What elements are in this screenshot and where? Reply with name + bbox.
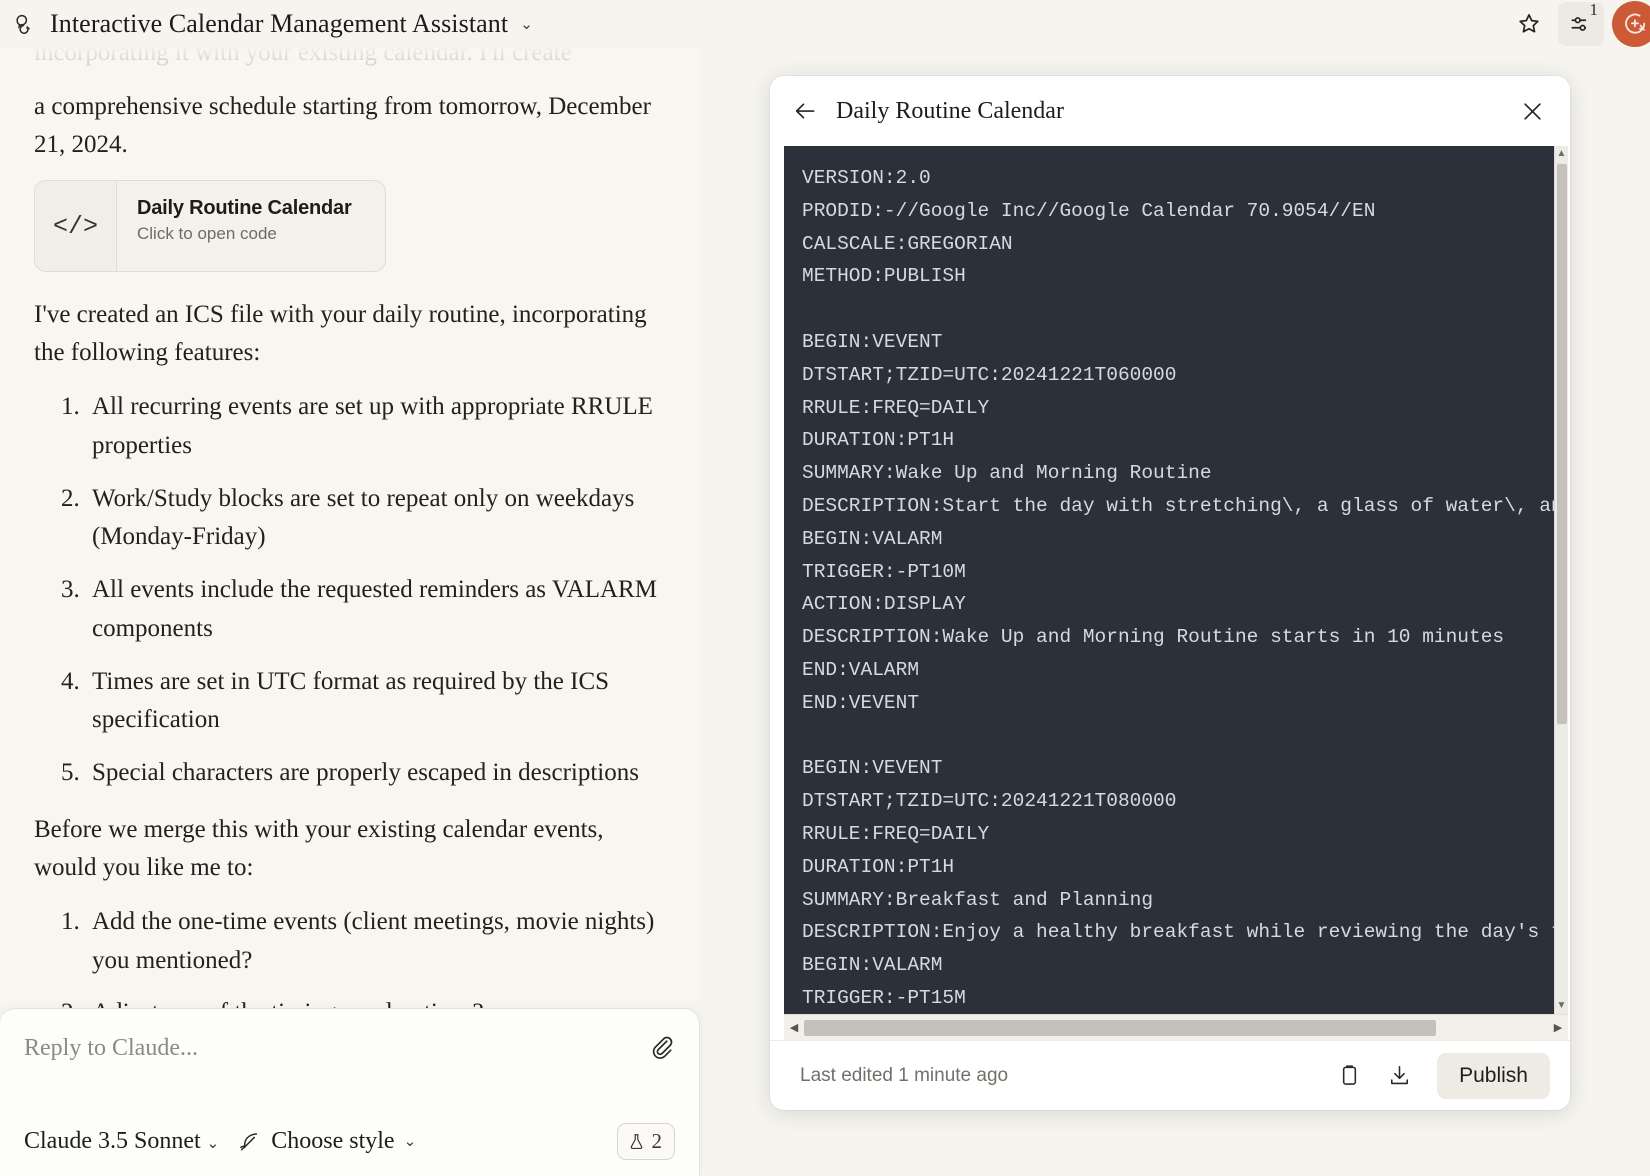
list-item: Times are set in UTC format as required … [86, 663, 670, 741]
vertical-scrollbar[interactable]: ▲ ▼ [1554, 146, 1568, 1014]
model-selector[interactable]: Claude 3.5 Sonnet ⌄ [24, 1128, 219, 1155]
list-item: All recurring events are set up with app… [86, 388, 670, 466]
reply-input[interactable]: Reply to Claude... [24, 1035, 198, 1062]
artifact-card-title: Daily Routine Calendar [137, 197, 352, 219]
code-content: VERSION:2.0 PRODID:-//Google Inc//Google… [802, 167, 1568, 1009]
chat-title: Interactive Calendar Management Assistan… [50, 9, 509, 38]
style-label: Choose style [271, 1128, 395, 1154]
artifact-panel: Daily Routine Calendar VERSION:2.0 PRODI… [770, 76, 1570, 1110]
model-prefix: Claude [24, 1128, 92, 1154]
back-button[interactable] [792, 98, 818, 124]
feather-icon [237, 1129, 262, 1154]
back-arrow-icon [792, 98, 818, 124]
close-button[interactable] [1519, 98, 1546, 125]
artifact-panel-footer: Last edited 1 minute ago Publish [770, 1040, 1570, 1110]
questions-list: Add the one-time events (client meetings… [34, 903, 670, 1008]
list-item: Add the one-time events (client meetings… [86, 903, 670, 981]
code-viewer[interactable]: VERSION:2.0 PRODID:-//Google Inc//Google… [784, 146, 1568, 1014]
publish-button[interactable]: Publish [1437, 1052, 1550, 1099]
list-item: Special characters are properly escaped … [86, 754, 670, 793]
code-icon: </> [35, 181, 117, 271]
experiments-badge[interactable]: 2 [616, 1123, 675, 1160]
message-composer[interactable]: Reply to Claude... Claude 3.5 Sonnet ⌄ C… [0, 1008, 700, 1176]
last-edited-label: Last edited 1 minute ago [800, 1064, 1009, 1086]
clipboard-icon [1337, 1063, 1362, 1088]
download-icon [1387, 1063, 1412, 1088]
scroll-left-icon[interactable]: ◀ [786, 1021, 802, 1034]
top-bar-actions: 1 [1506, 0, 1650, 48]
list-item: Adjust any of the timings or durations? [86, 994, 670, 1008]
flask-icon [627, 1132, 646, 1151]
artifact-card-subtitle: Click to open code [137, 224, 277, 243]
list-item: Work/Study blocks are set to repeat only… [86, 480, 670, 558]
artifact-panel-title: Daily Routine Calendar [836, 97, 1064, 124]
composer-input-row: Reply to Claude... [24, 1035, 675, 1062]
horizontal-scroll-thumb[interactable] [804, 1019, 1436, 1036]
conversation-panel[interactable]: incorporating it with your existing cale… [0, 0, 700, 1008]
scroll-right-icon[interactable]: ▶ [1550, 1021, 1566, 1034]
new-chat-button[interactable] [1612, 1, 1650, 47]
vertical-scroll-thumb[interactable] [1557, 164, 1567, 724]
download-button[interactable] [1381, 1058, 1417, 1094]
close-icon [1519, 98, 1546, 125]
chevron-down-icon: ⌄ [206, 1136, 220, 1152]
chevron-down-icon: ⌄ [520, 15, 533, 33]
chat-title-button[interactable]: Interactive Calendar Management Assistan… [0, 9, 533, 39]
questions-intro-paragraph: Before we merge this with your existing … [34, 815, 604, 881]
top-bar: Interactive Calendar Management Assistan… [0, 0, 1650, 48]
chat-bubbles-icon [14, 12, 38, 36]
scroll-up-icon[interactable]: ▲ [1557, 149, 1567, 159]
features-list: All recurring events are set up with app… [34, 388, 670, 793]
chevron-down-icon: ⌄ [403, 1133, 417, 1150]
style-selector[interactable]: Choose style ⌄ [237, 1128, 416, 1155]
settings-badge: 1 [1589, 0, 1599, 19]
star-icon [1516, 11, 1542, 37]
experiments-count: 2 [651, 1129, 663, 1153]
attach-button[interactable] [648, 1033, 675, 1060]
artifact-footer-actions: Publish [1331, 1052, 1550, 1099]
settings-button[interactable]: 1 [1558, 0, 1604, 46]
new-chat-icon [1622, 11, 1648, 37]
horizontal-scrollbar[interactable]: ◀ ▶ [784, 1014, 1568, 1040]
list-item: All events include the requested reminde… [86, 571, 670, 649]
model-version: 3.5 Sonnet [97, 1128, 201, 1154]
paperclip-icon [648, 1033, 675, 1060]
copy-button[interactable] [1331, 1058, 1367, 1094]
intro-paragraph: a comprehensive schedule starting from t… [34, 93, 651, 158]
artifact-panel-header: Daily Routine Calendar [770, 76, 1570, 146]
scroll-down-icon[interactable]: ▼ [1557, 1001, 1567, 1011]
features-intro-paragraph: I've created an ICS file with your daily… [34, 301, 647, 366]
composer-toolbar: Claude 3.5 Sonnet ⌄ Choose style ⌄ 2 [24, 1123, 675, 1160]
artifact-card-text: Daily Routine Calendar Click to open cod… [117, 181, 352, 271]
artifact-card[interactable]: </> Daily Routine Calendar Click to open… [34, 180, 386, 272]
star-button[interactable] [1506, 2, 1552, 46]
